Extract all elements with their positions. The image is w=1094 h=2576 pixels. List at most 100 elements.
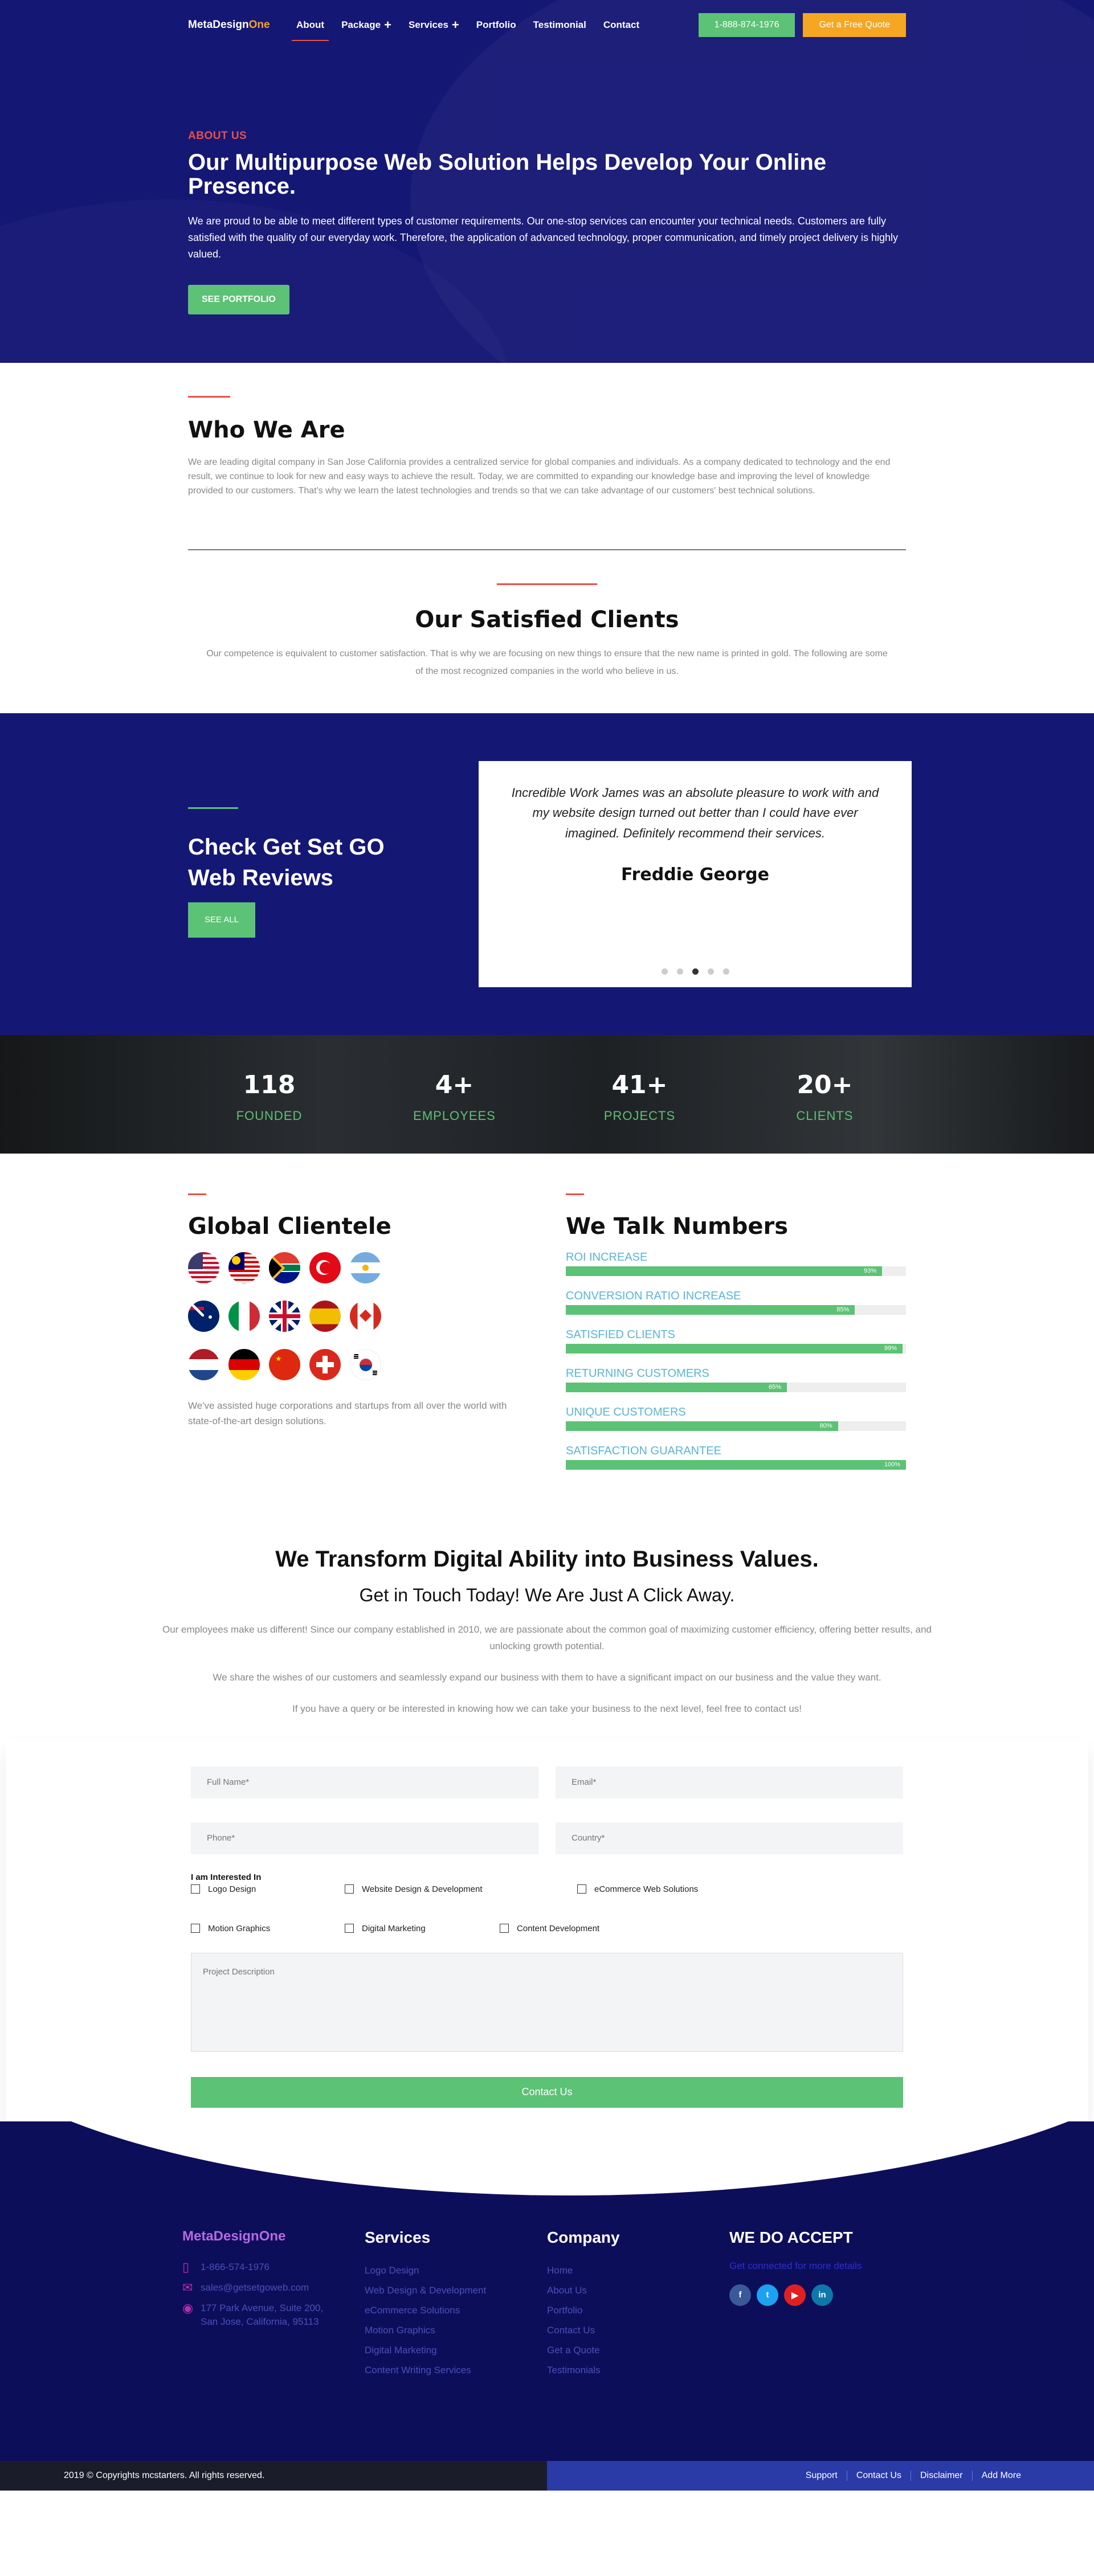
footer-link[interactable]: Logo Design: [365, 2260, 547, 2280]
progress-track: 100%: [566, 1460, 906, 1470]
footer-address: ◉ 177 Park Avenue, Suite 200, San Jose, C…: [182, 2301, 365, 2329]
footer-email-text: sales@getsetgoweb.com: [201, 2281, 309, 2293]
footer-link[interactable]: Motion Graphics: [365, 2320, 547, 2340]
bottom-link-disclaimer[interactable]: Disclaimer: [910, 2470, 972, 2481]
nav-item-services[interactable]: Services +: [409, 14, 459, 36]
youtube-icon[interactable]: ▶: [784, 2284, 806, 2306]
hero-text: We are proud to be able to meet differen…: [188, 215, 898, 260]
checkbox[interactable]: [191, 1924, 200, 1933]
footer-link[interactable]: Get a Quote: [547, 2340, 729, 2360]
china-flag-icon: [269, 1349, 300, 1381]
checkbox-content-development[interactable]: Content Development: [500, 1924, 599, 1933]
checkbox-label: Motion Graphics: [208, 1923, 271, 1933]
checkbox-label: Website Design & Development: [362, 1884, 483, 1894]
twitter-icon[interactable]: t: [757, 2284, 778, 2306]
clients-section: Our Satisfied Clients Our competence is …: [0, 583, 1094, 713]
stat-number: 20+: [797, 1070, 853, 1100]
footer-company-column: Company Home About Us Portfolio Contact …: [547, 2229, 729, 2380]
checkbox[interactable]: [345, 1924, 354, 1933]
testimonial-author: Freddie George: [621, 864, 769, 885]
checkbox-motion-graphics[interactable]: Motion Graphics: [191, 1924, 345, 1933]
footer-link[interactable]: Testimonials: [547, 2360, 729, 2380]
checkbox[interactable]: [500, 1924, 509, 1933]
reviews-title-line2: Web Reviews: [188, 865, 333, 891]
section-divider: [497, 583, 597, 586]
facebook-icon[interactable]: f: [729, 2284, 751, 2306]
bottom-link-support[interactable]: Support: [797, 2471, 847, 2481]
checkbox[interactable]: [577, 1884, 586, 1894]
phone-button[interactable]: 1-888-874-1976: [698, 13, 795, 37]
free-quote-button[interactable]: Get a Free Quote: [803, 13, 906, 37]
project-description-input[interactable]: [191, 1952, 903, 2052]
progress-label: ROI INCREASE: [566, 1251, 648, 1264]
checkbox-ecommerce[interactable]: eCommerce Web Solutions: [577, 1884, 698, 1894]
footer-link[interactable]: Web Design & Development: [365, 2280, 547, 2300]
stat-number: 118: [243, 1070, 296, 1100]
nav-item-about[interactable]: About: [291, 16, 329, 41]
section-divider: [188, 807, 238, 809]
reviews-title-line1: Check Get Set GO: [188, 835, 385, 860]
carousel-dot[interactable]: [707, 968, 714, 975]
horizontal-rule: [188, 549, 906, 551]
nav-item-contact[interactable]: Contact: [603, 16, 639, 34]
footer-link[interactable]: Portfolio: [547, 2300, 729, 2320]
country-input[interactable]: [556, 1822, 903, 1854]
australia-flag-icon: [188, 1301, 219, 1332]
checkbox[interactable]: [345, 1884, 354, 1894]
checkbox[interactable]: [191, 1884, 200, 1894]
footer-link[interactable]: eCommerce Solutions: [365, 2300, 547, 2320]
carousel-dot[interactable]: [676, 968, 683, 975]
nav-item-portfolio[interactable]: Portfolio: [476, 16, 516, 34]
south-africa-flag-icon: [269, 1252, 300, 1284]
progress-bars: ROI INCREASE 93% CONVERSION RATIO INCREASE…: [566, 1251, 906, 1470]
switzerland-flag-icon: [309, 1349, 341, 1381]
footer-wave: [0, 2121, 1094, 2195]
footer-link[interactable]: Digital Marketing: [365, 2340, 547, 2360]
footer-phone[interactable]: ▯ 1-866-574-1976: [182, 2260, 365, 2274]
plus-icon: +: [384, 18, 391, 32]
footer-accept-column: WE DO ACCEPT Get connected for more deta…: [729, 2229, 912, 2380]
malaysia-flag-icon: [228, 1252, 260, 1284]
contact-us-submit-button[interactable]: Contact Us: [191, 2076, 903, 2108]
transform-section: We Transform Digital Ability into Busine…: [0, 1547, 1094, 1740]
clients-title: Our Satisfied Clients: [415, 607, 679, 633]
footer-email[interactable]: ✉ sales@getsetgoweb.com: [182, 2280, 365, 2295]
south-korea-flag-icon: [350, 1349, 381, 1381]
germany-flag-icon: [228, 1349, 260, 1381]
bottom-link-add-more[interactable]: Add More: [971, 2470, 1030, 2481]
progress-label: RETURNING CUSTOMERS: [566, 1367, 709, 1380]
carousel-dot[interactable]: [722, 968, 729, 975]
who-title: Who We Are: [188, 417, 345, 443]
nav-item-testimonial[interactable]: Testimonial: [533, 16, 586, 34]
footer-link[interactable]: About Us: [547, 2280, 729, 2300]
full-name-input[interactable]: [191, 1766, 538, 1798]
global-section: Global Clientele We've assisted huge cor…: [0, 1154, 1094, 1547]
bottom-link-contact[interactable]: Contact Us: [846, 2470, 911, 2481]
footer-address-text: 177 Park Avenue, Suite 200, San Jose, Ca…: [201, 2302, 324, 2327]
us-flag-icon: [188, 1252, 219, 1284]
checkbox-digital-marketing[interactable]: Digital Marketing: [345, 1924, 500, 1933]
footer-link[interactable]: Contact Us: [547, 2320, 729, 2340]
global-clientele-column: Global Clientele We've assisted huge cor…: [188, 1193, 528, 1483]
footer-logo[interactable]: MetaDesignOne: [182, 2229, 365, 2244]
progress-label: SATISFIED CLIENTS: [566, 1328, 675, 1342]
footer-link[interactable]: Home: [547, 2260, 729, 2280]
carousel-dot-active[interactable]: [692, 968, 699, 975]
linkedin-icon[interactable]: in: [811, 2284, 833, 2306]
global-text: We've assisted huge corporations and sta…: [188, 1400, 507, 1426]
phone-input[interactable]: [191, 1822, 538, 1854]
site-logo[interactable]: MetaDesignOne: [188, 19, 296, 31]
footer-link[interactable]: Content Writing Services: [365, 2360, 547, 2380]
checkbox-logo-design[interactable]: Logo Design: [191, 1884, 345, 1894]
stats-section: 118 FOUNDED 4+ EMPLOYEES 41+ PROJECTS 20+ CL…: [0, 1035, 1094, 1154]
nav-item-package[interactable]: Package +: [341, 14, 391, 36]
email-input[interactable]: [556, 1766, 903, 1798]
contact-form: I am Interested In Logo Design Website D…: [6, 1740, 1088, 2121]
checkbox-website-design[interactable]: Website Design & Development: [345, 1884, 577, 1894]
checkbox-label: Content Development: [517, 1923, 600, 1933]
who-we-are-section: Who We Are We are leading digital compan…: [0, 363, 1094, 551]
see-portfolio-button[interactable]: SEE PORTFOLIO: [188, 285, 289, 315]
carousel-dot[interactable]: [661, 968, 668, 975]
see-all-button[interactable]: SEE ALL: [188, 902, 255, 938]
stat-label: PROJECTS: [603, 1109, 676, 1123]
